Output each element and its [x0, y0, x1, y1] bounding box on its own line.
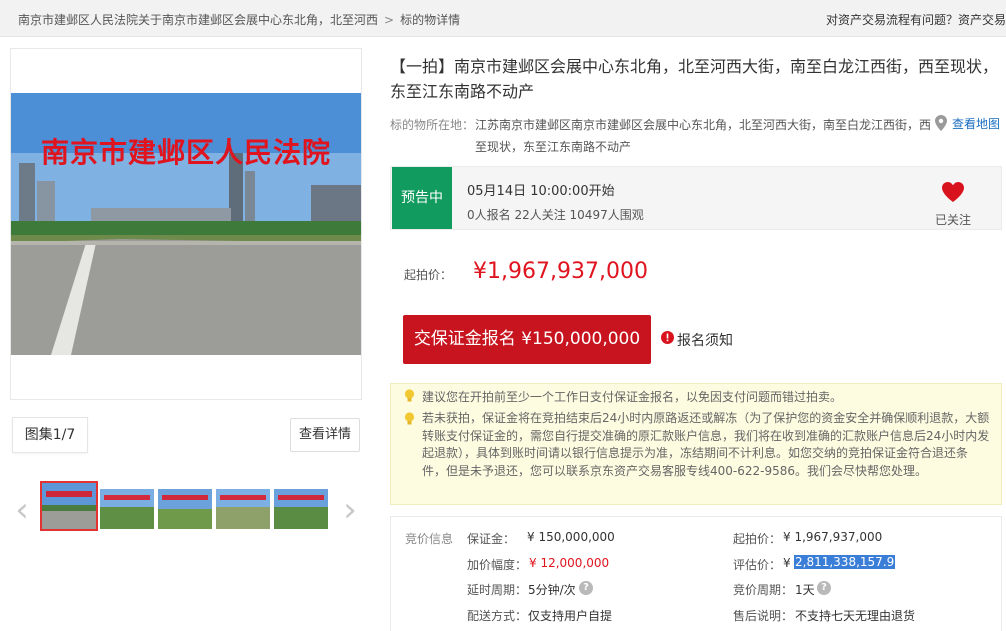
extension-value: 5分钟/次: [528, 583, 576, 597]
breadcrumb-current: 标的物详情: [400, 13, 461, 27]
help-link[interactable]: 对资产交易流程有问题？资产交易: [826, 11, 1006, 28]
thumbnail-2[interactable]: [100, 489, 154, 529]
map-pin-icon[interactable]: [935, 115, 947, 131]
view-map-link[interactable]: 查看地图: [952, 115, 1000, 132]
start-price-info-value: ¥ 1,967,937,000: [783, 530, 883, 544]
tip-text-2: 若未获拍，保证金将在竞拍结束后24小时内原路返还或解冻（为了保护您的资金安全并确…: [422, 411, 990, 478]
breadcrumb-court[interactable]: 南京市建邺区人民法院: [18, 13, 138, 27]
heart-icon[interactable]: [941, 181, 965, 203]
deposit-label: 保证金：: [467, 532, 516, 546]
listing-title: 【一拍】南京市建邺区会展中心东北角，北至河西大街，南至白龙江西街，西至现状，东至…: [390, 57, 999, 101]
auction-stats: 0人报名 22人关注 10497人围观: [467, 208, 644, 222]
thumbnail-5[interactable]: [274, 489, 328, 529]
thumbnail-prev-arrow-icon[interactable]: ‹: [10, 493, 34, 529]
thumbnail-3[interactable]: [158, 489, 212, 529]
thumbnail-1[interactable]: [40, 481, 98, 531]
follow-status-label[interactable]: 已关注: [935, 211, 971, 228]
cycle-label: 竞价周期：: [733, 583, 794, 597]
thumbnail-4[interactable]: [216, 489, 270, 529]
increment-value: ¥ 12,000,000: [529, 556, 610, 570]
lightbulb-icon: [404, 412, 415, 425]
auction-info-section-label: 竞价信息: [405, 532, 454, 546]
start-price-value: ¥1,967,937,000: [473, 259, 648, 284]
extension-label: 延时周期：: [467, 583, 528, 597]
deposit-value: ¥ 150,000,000: [527, 530, 615, 544]
view-details-button[interactable]: 查看详情: [290, 418, 360, 452]
tip-text-1: 建议您在开拍前至少一个工作日支付保证金报名，以免因支付问题而错过拍卖。: [422, 390, 843, 404]
top-bar: 南京市建邺区人民法院关于南京市建邺区会展中心东北角，北至河西 > 标的物详情 对资产…: [0, 0, 1006, 37]
appraisal-value[interactable]: 2,811,338,157.9: [794, 555, 896, 569]
breadcrumb: 南京市建邺区人民法院关于南京市建邺区会展中心东北角，北至河西 > 标的物详情: [18, 11, 460, 28]
start-price-label: 起拍价：: [404, 268, 453, 282]
alert-icon: [661, 331, 674, 344]
main-photo[interactable]: 南京市建邺区人民法院: [11, 93, 361, 355]
gallery-count-tab[interactable]: 图集1/7: [12, 417, 88, 453]
pay-deposit-register-button[interactable]: 交保证金报名 ¥150,000,000: [403, 315, 651, 364]
cycle-value: 1天: [795, 583, 815, 597]
start-time: 05月14日 10:00:00开始: [467, 184, 615, 199]
status-badge: 预告中: [392, 167, 452, 229]
delivery-value: 仅支持用户自提: [528, 609, 613, 623]
delivery-label: 配送方式：: [467, 609, 528, 623]
location-text: 江苏南京市建邺区南京市建邺区会展中心东北角，北至河西大街，南至白龙江西街，西至现…: [475, 118, 932, 154]
help-question-icon[interactable]: ?: [579, 581, 593, 595]
help-question-icon[interactable]: ?: [817, 581, 831, 595]
lightbulb-icon: [404, 389, 415, 402]
appraisal-label: 评估价：: [733, 558, 782, 572]
after-sale-value: 不支持七天无理由退货: [795, 609, 916, 623]
registration-notice-link[interactable]: 报名须知: [677, 330, 733, 350]
breadcrumb-separator: >: [384, 13, 395, 27]
start-price-info-label: 起拍价：: [733, 532, 782, 546]
after-sale-label: 售后说明：: [733, 609, 794, 623]
thumbnail-next-arrow-icon[interactable]: ›: [338, 493, 362, 529]
photo-caption: 南京市建邺区人民法院: [40, 136, 331, 169]
location-label: 标的物所在地：: [390, 118, 475, 132]
breadcrumb-item[interactable]: 关于南京市建邺区会展中心东北角，北至河西: [138, 13, 378, 27]
increment-label: 加价幅度：: [467, 558, 528, 572]
appraisal-currency: ¥: [783, 556, 791, 570]
